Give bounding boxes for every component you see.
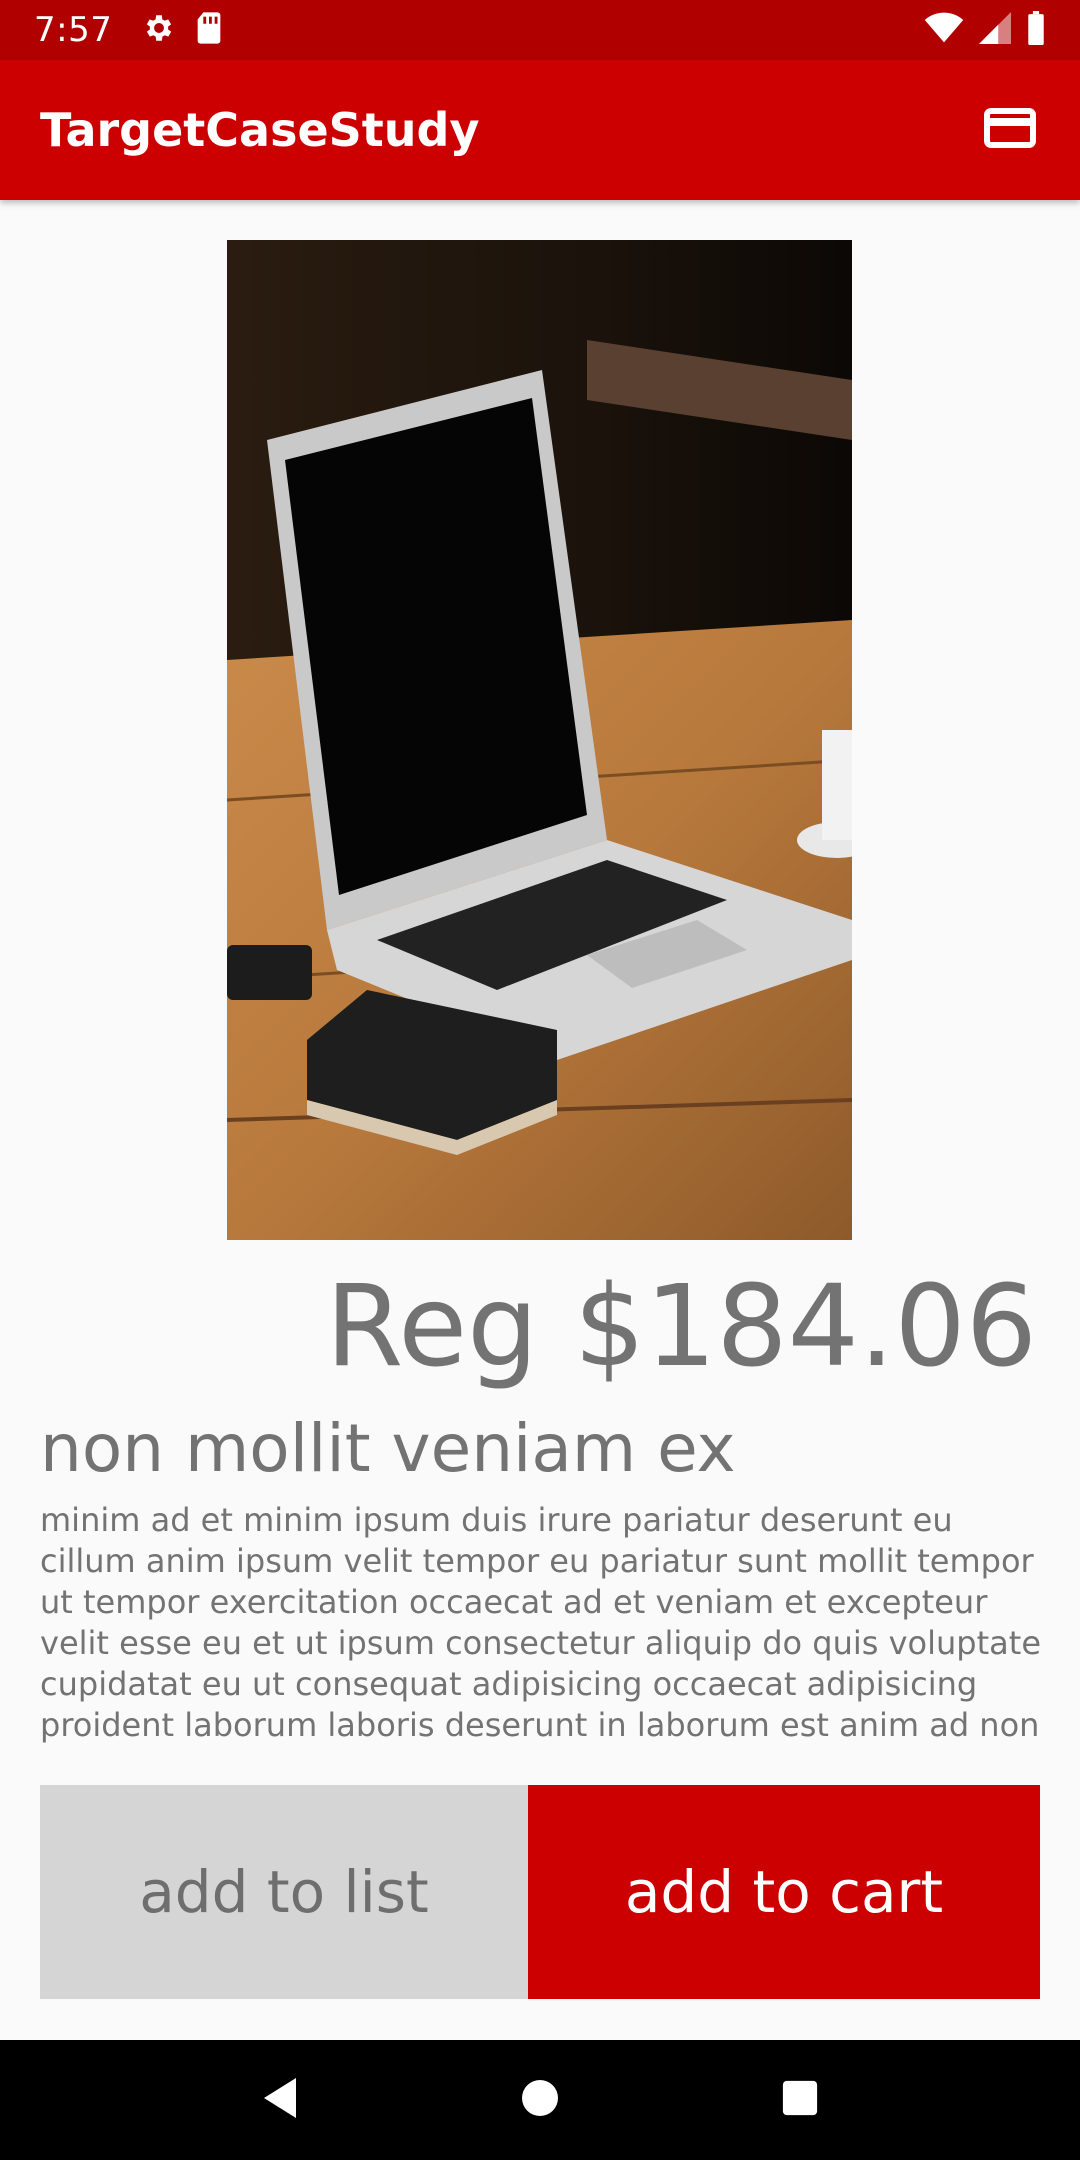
add-to-list-button[interactable]: add to list (40, 1785, 528, 1999)
credit-card-icon (984, 107, 1036, 154)
app-bar: TargetCaseStudy (0, 60, 1080, 200)
cart-action-button[interactable] (980, 100, 1040, 160)
product-price: Reg $184.06 (325, 1262, 1037, 1392)
product-description: minim ad et minim ipsum duis irure paria… (40, 1501, 1041, 1744)
home-button[interactable] (500, 2060, 580, 2140)
back-button[interactable] (240, 2060, 320, 2140)
add-to-cart-button[interactable]: add to cart (528, 1785, 1040, 1999)
recents-button[interactable] (760, 2060, 840, 2140)
product-title: non mollit veniam ex (40, 1410, 736, 1487)
navigation-bar (0, 2040, 1080, 2160)
status-right-icons (924, 10, 1046, 50)
back-icon (260, 2076, 300, 2125)
home-icon (520, 2078, 560, 2123)
cell-signal-icon (978, 11, 1012, 49)
sd-card-icon (194, 11, 224, 50)
battery-icon (1026, 10, 1046, 50)
status-left-icons (142, 11, 224, 50)
status-bar: 7:57 (0, 0, 1080, 60)
settings-icon (142, 11, 176, 50)
app-title: TargetCaseStudy (40, 103, 480, 157)
wifi-icon (924, 12, 964, 49)
status-time: 7:57 (34, 10, 113, 50)
recents-icon (781, 2079, 819, 2122)
product-image (227, 240, 852, 1240)
